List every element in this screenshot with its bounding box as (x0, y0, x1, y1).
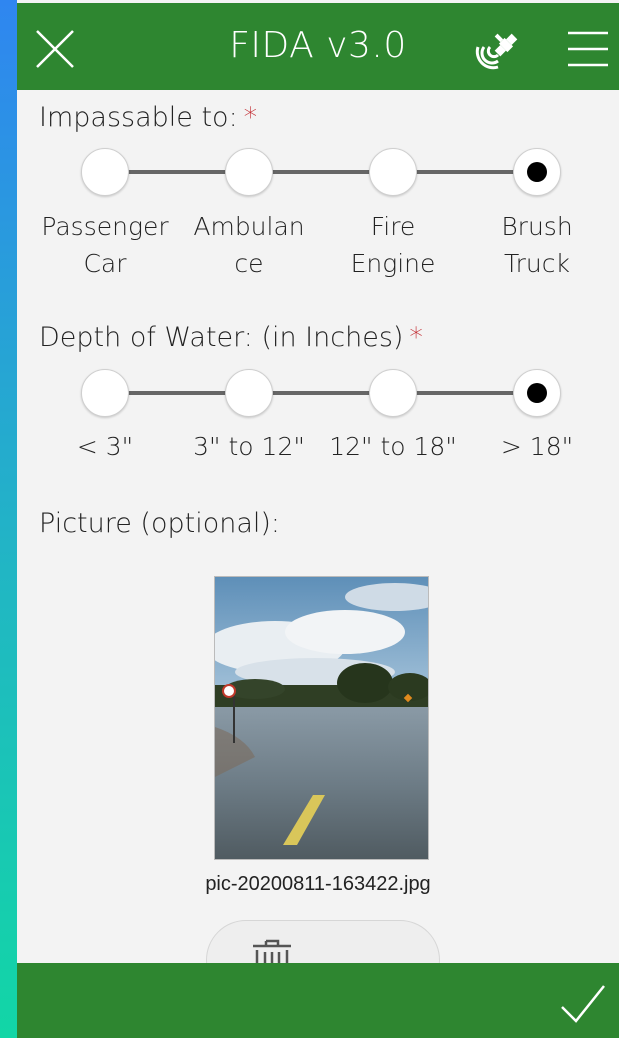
flood-photo[interactable] (214, 576, 429, 860)
scale-track (105, 170, 537, 174)
option-label: Passenger Car (41, 212, 169, 278)
radio-passenger-car[interactable] (81, 148, 129, 196)
option-label: > 18" (500, 432, 574, 461)
checkmark-icon (561, 985, 605, 1023)
submit-button[interactable] (559, 983, 607, 1025)
required-marker: * (409, 322, 423, 353)
radio-depth-12-to-18[interactable] (369, 369, 417, 417)
radio-depth-over-18[interactable] (513, 369, 561, 417)
app-title: FIDA v3.0 (229, 25, 407, 66)
gps-button[interactable] (472, 25, 526, 73)
option-label: Fire Engine (350, 212, 436, 278)
option-label: Ambulan ce (193, 212, 305, 278)
option-label: Brush Truck (501, 212, 573, 278)
picture-label: Picture (optional): (39, 508, 281, 539)
option-label: < 3" (76, 432, 134, 461)
option-label: 12" to 18" (329, 432, 457, 461)
option-label: 3" to 12" (193, 432, 305, 461)
impassable-label-text: Impassable to: (39, 102, 238, 133)
depth-label-text: Depth of Water: (in Inches) (39, 322, 404, 353)
bottom-bar (17, 963, 619, 1038)
radio-fire-engine[interactable] (369, 148, 417, 196)
radio-brush-truck[interactable] (513, 148, 561, 196)
radio-depth-under-3[interactable] (81, 369, 129, 417)
scale-track (105, 391, 537, 395)
top-bar: FIDA v3.0 (17, 3, 619, 90)
required-marker: * (243, 102, 258, 133)
flood-photo-image (215, 577, 428, 859)
satellite-gps-icon (475, 33, 518, 70)
radio-depth-3-to-12[interactable] (225, 369, 273, 417)
depth-label: Depth of Water: (in Inches) * (39, 322, 423, 353)
photo-filename: pic-20200811-163422.jpg (205, 873, 431, 895)
radio-ambulance[interactable] (225, 148, 273, 196)
impassable-label: Impassable to: * (39, 102, 257, 133)
app-screen: FIDA v3.0 Impassable to: * Passenger Car… (17, 0, 619, 1038)
hamburger-menu-icon (568, 31, 608, 67)
menu-button[interactable] (568, 30, 608, 68)
